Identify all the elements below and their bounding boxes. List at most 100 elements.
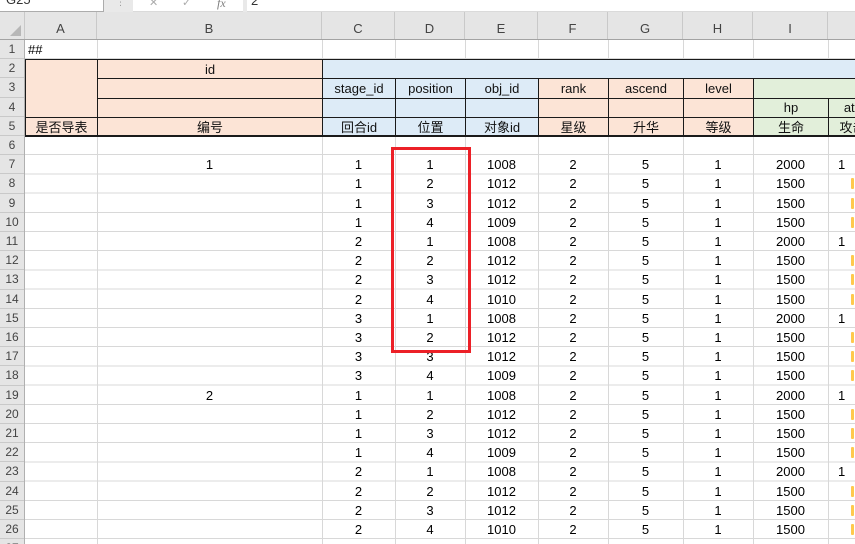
cell-h25[interactable]: 1 (683, 501, 753, 520)
row-header-10[interactable]: 10 (0, 213, 24, 232)
cell-c22[interactable]: 1 (322, 443, 395, 462)
cell-b2-id[interactable]: id (97, 59, 323, 79)
cell-c5[interactable]: 回合id (322, 117, 396, 137)
cell-c17[interactable]: 3 (322, 347, 395, 366)
cell-g12[interactable]: 5 (608, 251, 683, 270)
column-header-I[interactable]: I (753, 12, 828, 39)
cell-f9[interactable]: 2 (538, 194, 608, 213)
cell-j9-clipped-orange-digit[interactable] (851, 198, 854, 209)
cell-g23[interactable]: 5 (608, 462, 683, 481)
row-header-16[interactable]: 16 (0, 328, 24, 347)
cell-i20[interactable]: 1500 (753, 405, 828, 424)
cell-i3-j3-band[interactable] (753, 78, 855, 98)
cell-g21[interactable]: 5 (608, 424, 683, 443)
formula-input[interactable]: 2 (247, 0, 855, 12)
cell-g8[interactable]: 5 (608, 174, 683, 193)
cell-h10[interactable]: 1 (683, 213, 753, 232)
cell-h3-level[interactable]: level (683, 78, 754, 98)
cancel-icon[interactable]: ✕ (149, 0, 158, 9)
cell-j5[interactable]: 攻击 (828, 117, 855, 137)
cell-f12[interactable]: 2 (538, 251, 608, 270)
cell-h11[interactable]: 1 (683, 232, 753, 251)
cell-d20[interactable]: 2 (395, 405, 465, 424)
cell-h27[interactable]: 1 (683, 539, 753, 544)
cell-h24[interactable]: 1 (683, 482, 753, 501)
cell-j15-clipped[interactable]: 1 (838, 309, 855, 328)
cell-i4-hp[interactable]: hp (753, 98, 829, 118)
cell-f23[interactable]: 2 (538, 462, 608, 481)
cell-f14[interactable]: 2 (538, 290, 608, 309)
cell-c19[interactable]: 1 (322, 386, 395, 405)
cell-e4[interactable] (465, 98, 539, 118)
row-header-22[interactable]: 22 (0, 443, 24, 462)
cell-b4[interactable] (97, 98, 323, 118)
cell-e21[interactable]: 1012 (465, 424, 538, 443)
cell-c8[interactable]: 1 (322, 174, 395, 193)
cell-j25-clipped-orange-digit[interactable] (851, 505, 854, 516)
cell-i18[interactable]: 1500 (753, 366, 828, 385)
cell-h13[interactable]: 1 (683, 270, 753, 289)
cell-c25[interactable]: 2 (322, 501, 395, 520)
cell-h8[interactable]: 1 (683, 174, 753, 193)
row-header-12[interactable]: 12 (0, 251, 24, 270)
cell-c20[interactable]: 1 (322, 405, 395, 424)
column-header-B[interactable]: B (97, 12, 322, 39)
cell-i16[interactable]: 1500 (753, 328, 828, 347)
column-header-E[interactable]: E (465, 12, 538, 39)
cell-e8[interactable]: 1012 (465, 174, 538, 193)
cell-j19-clipped[interactable]: 1 (838, 386, 855, 405)
cell-e15[interactable]: 1008 (465, 309, 538, 328)
cell-f25[interactable]: 2 (538, 501, 608, 520)
cell-f24[interactable]: 2 (538, 482, 608, 501)
cell-g14[interactable]: 5 (608, 290, 683, 309)
cell-h9[interactable]: 1 (683, 194, 753, 213)
row-header-15[interactable]: 15 (0, 309, 24, 328)
cell-h12[interactable]: 1 (683, 251, 753, 270)
cell-g3-ascend[interactable]: ascend (608, 78, 684, 98)
cell-f5[interactable]: 星级 (538, 117, 609, 137)
cell-j23-clipped[interactable]: 1 (838, 462, 855, 481)
cell-i12[interactable]: 1500 (753, 251, 828, 270)
cell-e10[interactable]: 1009 (465, 213, 538, 232)
cell-c2-j2-band[interactable] (322, 59, 855, 79)
row-header-21[interactable]: 21 (0, 424, 24, 443)
cell-f11[interactable]: 2 (538, 232, 608, 251)
cell-e13[interactable]: 1012 (465, 270, 538, 289)
cell-a5[interactable]: 是否导表 (25, 117, 98, 137)
cell-g10[interactable]: 5 (608, 213, 683, 232)
cell-d21[interactable]: 3 (395, 424, 465, 443)
cell-i24[interactable]: 1500 (753, 482, 828, 501)
cell-e18[interactable]: 1009 (465, 366, 538, 385)
cell-g13[interactable]: 5 (608, 270, 683, 289)
cell-c23[interactable]: 2 (322, 462, 395, 481)
cell-e11[interactable]: 1008 (465, 232, 538, 251)
cell-f7[interactable]: 2 (538, 155, 608, 174)
cell-e12[interactable]: 1012 (465, 251, 538, 270)
cell-h20[interactable]: 1 (683, 405, 753, 424)
column-header-D[interactable]: D (395, 12, 465, 39)
cell-h14[interactable]: 1 (683, 290, 753, 309)
cell-e20[interactable]: 1012 (465, 405, 538, 424)
cell-i21[interactable]: 1500 (753, 424, 828, 443)
row-header-19[interactable]: 19 (0, 386, 24, 405)
cell-e14[interactable]: 1010 (465, 290, 538, 309)
row-header-4[interactable]: 4 (0, 98, 24, 117)
cell-j12-clipped-orange-digit[interactable] (851, 255, 854, 266)
cell-j22-clipped-orange-digit[interactable] (851, 447, 854, 458)
cell-i13[interactable]: 1500 (753, 270, 828, 289)
insert-function-icon[interactable]: fx (217, 0, 226, 11)
cell-a1[interactable]: ## (28, 40, 94, 59)
cell-d3-position[interactable]: position (395, 78, 466, 98)
cell-j24-clipped-orange-digit[interactable] (851, 486, 854, 497)
cell-g26[interactable]: 5 (608, 520, 683, 539)
cell-d18[interactable]: 4 (395, 366, 465, 385)
cell-j18-clipped-orange-digit[interactable] (851, 370, 854, 381)
cell-e22[interactable]: 1009 (465, 443, 538, 462)
row-header-13[interactable]: 13 (0, 270, 24, 289)
row-header-23[interactable]: 23 (0, 462, 24, 481)
cell-h16[interactable]: 1 (683, 328, 753, 347)
cell-j21-clipped-orange-digit[interactable] (851, 428, 854, 439)
cell-i23[interactable]: 2000 (753, 462, 828, 481)
cell-h7[interactable]: 1 (683, 155, 753, 174)
row-header-26[interactable]: 26 (0, 520, 24, 539)
